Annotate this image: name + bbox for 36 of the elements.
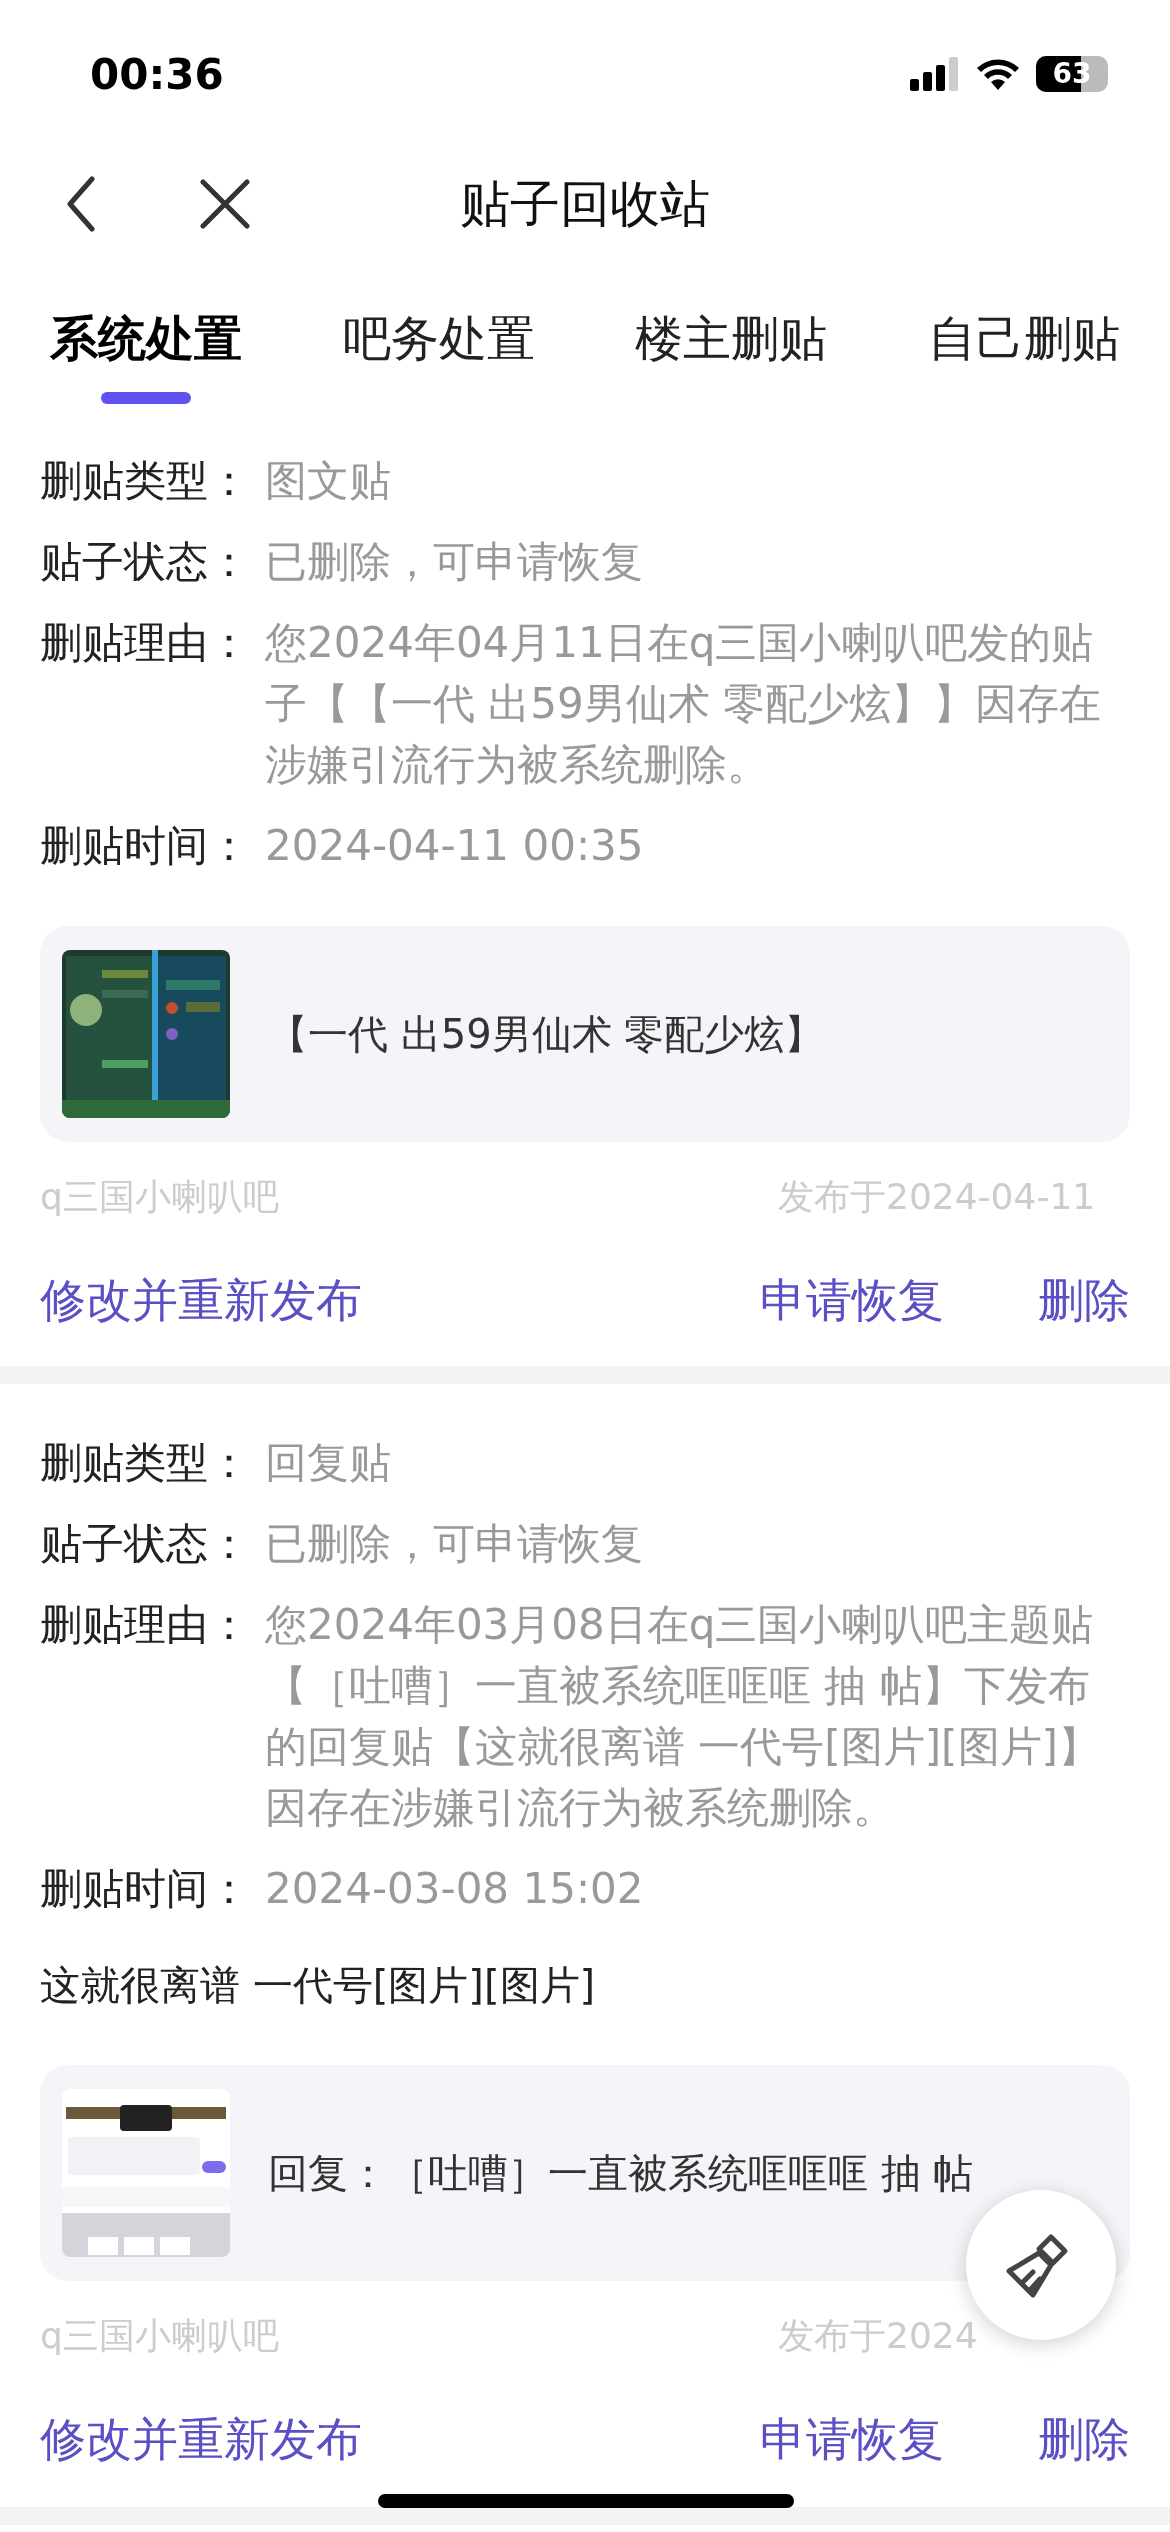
status-time: 00:36 xyxy=(90,48,224,101)
action-link[interactable]: 删除 xyxy=(1038,1265,1130,1335)
field-label: 删贴类型： xyxy=(40,455,251,507)
tab[interactable]: 自己删贴 xyxy=(927,303,1120,413)
close-icon[interactable] xyxy=(200,179,250,229)
back-icon[interactable] xyxy=(66,176,96,232)
field-label: 贴子状态： xyxy=(40,536,251,588)
field-label: 删贴时间： xyxy=(40,820,251,872)
tab[interactable]: 楼主删贴 xyxy=(635,303,828,413)
field-value: 您2024年04月11日在q三国小喇叭吧发的贴子【【一代 出59男仙术 零配少炫】】因存在涉嫌引流行为被系统删除。 xyxy=(265,617,1103,791)
field-value: 2024-04-11 00:35 xyxy=(265,820,644,872)
post-card[interactable]: 回复：［吐嘈］一直被系统哐哐哐 抽 帖 xyxy=(40,2065,1130,2281)
field-value: 图文贴 xyxy=(265,455,391,507)
tab[interactable]: 系统处置 xyxy=(50,303,242,413)
signal-icon xyxy=(910,57,960,91)
field-label: 贴子状态： xyxy=(40,1518,251,1570)
tab[interactable]: 吧务处置 xyxy=(342,303,535,413)
post-title: 【一代 出59男仙术 零配少炫】 xyxy=(268,1010,825,1059)
field-label: 删贴类型： xyxy=(40,1437,251,1489)
post-content: 这就很离谱 一代号[图片][图片] xyxy=(40,1961,597,2010)
action-link[interactable]: 修改并重新发布 xyxy=(40,2404,362,2474)
field-value: 已删除，可申请恢复 xyxy=(265,1518,643,1570)
field-label: 删贴理由： xyxy=(40,617,251,669)
field-label: 删贴理由： xyxy=(40,1599,251,1651)
field-value: 已删除，可申请恢复 xyxy=(265,536,643,588)
action-link[interactable]: 修改并重新发布 xyxy=(40,1265,362,1335)
page-title: 贴子回收站 xyxy=(460,173,710,235)
action-link[interactable]: 申请恢复 xyxy=(760,2404,944,2474)
field-value: 回复贴 xyxy=(265,1437,391,1489)
post-card[interactable]: 【一代 出59男仙术 零配少炫】 xyxy=(40,926,1130,1142)
post-title: 回复：［吐嘈］一直被系统哐哐哐 抽 帖 xyxy=(268,2149,974,2198)
field-value: 您2024年03月08日在q三国小喇叭吧主题贴【［吐嘈］一直被系统哐哐哐 抽 帖】下发布的回复贴【这就很离谱 一代号[图片][图片]】因存在涉嫌引流行为被系统删除。 xyxy=(265,1599,1101,1834)
field-value: 2024-03-08 15:02 xyxy=(265,1863,644,1915)
action-link[interactable]: 删除 xyxy=(1038,2404,1130,2474)
field-label: 删贴时间： xyxy=(40,1863,251,1915)
action-link[interactable]: 申请恢复 xyxy=(760,1265,944,1335)
